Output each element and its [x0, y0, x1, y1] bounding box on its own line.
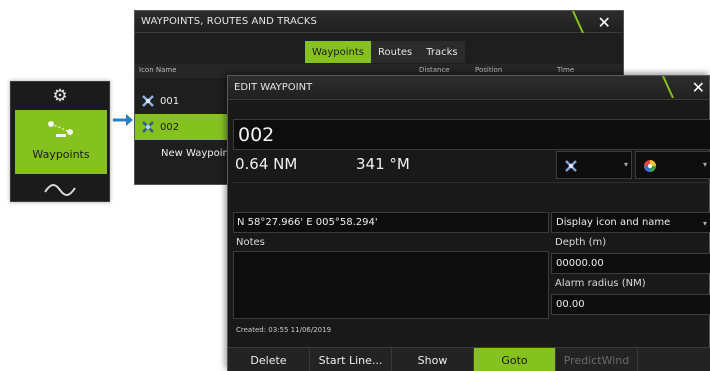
- goto-button[interactable]: Goto: [474, 348, 556, 371]
- icon-select[interactable]: ▾: [556, 151, 632, 179]
- depth-label: Depth (m): [555, 237, 607, 248]
- waypoint-icon: [142, 121, 154, 133]
- waypoint-icon: [142, 95, 154, 107]
- created-timestamp: Created: 03:55 11/06/2019: [236, 326, 332, 334]
- notes-label: Notes: [236, 237, 265, 248]
- close-icon[interactable]: ✕: [597, 13, 611, 32]
- delete-button[interactable]: Delete: [228, 348, 310, 371]
- waypoints-menu-button[interactable]: Waypoints: [15, 110, 107, 174]
- list-item-name: 001: [160, 95, 180, 107]
- chevron-down-icon: ▾: [623, 160, 628, 169]
- col-position: Position: [475, 66, 503, 74]
- alarm-radius-input[interactable]: 00.00: [551, 294, 710, 315]
- side-menu: ⚙ Waypoints: [10, 81, 110, 202]
- display-option-select[interactable]: Display icon and name ▾: [551, 212, 710, 233]
- list-item-name: 002: [160, 121, 180, 133]
- start-line-button[interactable]: Start Line...: [310, 348, 392, 371]
- color-select[interactable]: ▾: [635, 151, 710, 179]
- show-button[interactable]: Show: [392, 348, 474, 371]
- tab-waypoints[interactable]: Waypoints: [305, 41, 372, 63]
- list-tabs: Waypoints Routes Tracks: [305, 41, 465, 63]
- depth-input[interactable]: 00000.00: [551, 253, 710, 274]
- alarm-radius-label: Alarm radius (NM): [555, 278, 646, 289]
- dialog-button-bar: Delete Start Line... Show Goto PredictWi…: [228, 347, 710, 371]
- edit-dialog-titlebar: EDIT WAYPOINT ✕: [228, 76, 709, 100]
- tracks-menu-button[interactable]: [11, 178, 109, 202]
- tab-routes[interactable]: Routes: [371, 41, 420, 63]
- title-slash-icon: [572, 11, 584, 33]
- edit-waypoint-dialog: EDIT WAYPOINT ✕ 002 0.64 NM 341 °M ▾ ▾ N…: [227, 75, 710, 371]
- predictwind-button[interactable]: PredictWind: [556, 348, 638, 371]
- waypoint-name-input[interactable]: 002: [233, 119, 710, 150]
- position-field[interactable]: N 58°27.966' E 005°58.294': [233, 212, 549, 233]
- arrow-right-icon: [113, 114, 133, 126]
- chevron-down-icon: ▾: [702, 160, 707, 169]
- col-distance: Distance: [419, 66, 450, 74]
- bearing-value: 341 °M: [356, 155, 410, 173]
- distance-value: 0.64 NM: [235, 155, 298, 173]
- list-window-title: WAYPOINTS, ROUTES AND TRACKS: [141, 16, 317, 27]
- gear-icon: ⚙: [52, 85, 68, 105]
- col-time: Time: [557, 66, 575, 74]
- waypoints-menu-label: Waypoints: [32, 148, 90, 161]
- tab-tracks[interactable]: Tracks: [419, 41, 465, 63]
- waypoint-icon: [565, 160, 577, 172]
- title-slash-icon: [662, 76, 674, 98]
- wave-icon: [44, 184, 76, 196]
- chevron-down-icon: ▾: [702, 219, 707, 228]
- waypoints-icon: [48, 121, 73, 137]
- edit-dialog-title: EDIT WAYPOINT: [234, 82, 313, 93]
- display-option-value: Display icon and name: [556, 217, 671, 228]
- settings-button[interactable]: ⚙: [11, 82, 109, 109]
- divider: [233, 182, 710, 183]
- color-wheel-icon: [644, 160, 656, 172]
- col-icon-name: Icon Name: [139, 66, 177, 74]
- list-window-titlebar: WAYPOINTS, ROUTES AND TRACKS ✕: [135, 11, 623, 33]
- notes-input[interactable]: [233, 251, 549, 319]
- close-icon[interactable]: ✕: [692, 78, 705, 97]
